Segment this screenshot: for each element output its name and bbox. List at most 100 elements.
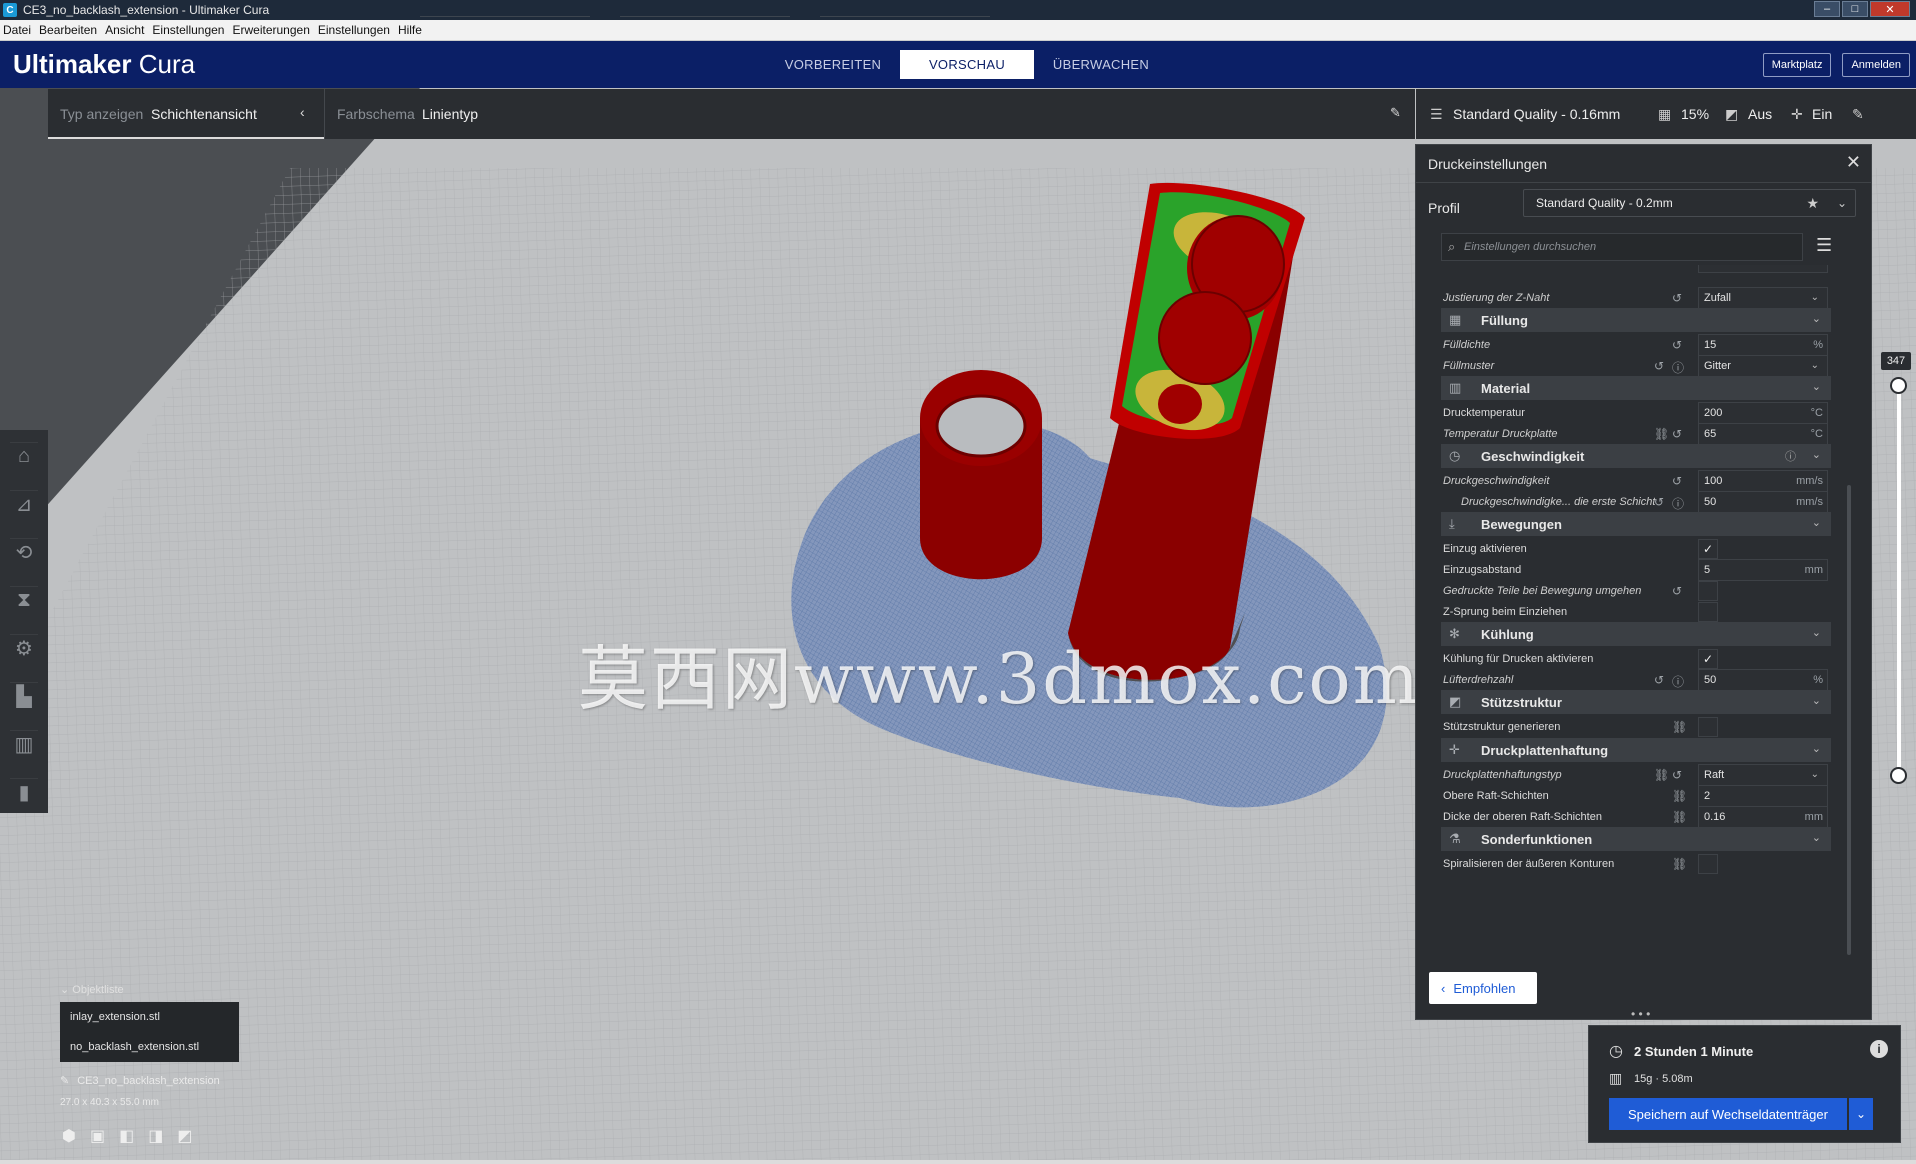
- save-to-removable-drive-button[interactable]: Speichern auf Wechseldatenträger: [1609, 1098, 1847, 1130]
- close-icon[interactable]: ✕: [1846, 152, 1861, 173]
- layer-slider-track[interactable]: [1897, 385, 1901, 775]
- pencil-icon[interactable]: ✎: [1390, 105, 1401, 121]
- search-icon: ⌕: [1448, 239, 1456, 254]
- link-icon[interactable]: ⛓: [1672, 789, 1687, 803]
- settings-scrollbar[interactable]: [1847, 485, 1851, 955]
- top-view-icon[interactable]: ◧: [119, 1126, 134, 1146]
- info-icon[interactable]: i: [1870, 1040, 1888, 1058]
- reset-icon[interactable]: ↺: [1672, 584, 1682, 598]
- category-geschwindigkeit[interactable]: ◷ Geschwindigkeit ⓘ ⌄: [1441, 444, 1831, 468]
- object-item[interactable]: inlay_extension.stl: [70, 1011, 160, 1023]
- resize-handle[interactable]: • • •: [1631, 1007, 1650, 1021]
- erste-schicht-speed-input[interactable]: 50 mm/s: [1698, 491, 1828, 513]
- object-list-toggle[interactable]: ⌄ Objektliste: [60, 983, 124, 996]
- menu-erweiterungen[interactable]: Erweiterungen: [232, 23, 309, 37]
- object-item[interactable]: no_backlash_extension.stl: [70, 1041, 199, 1053]
- settings-search-input[interactable]: ⌕ Einstellungen durchsuchen: [1441, 233, 1803, 261]
- menu-datei[interactable]: Datei: [3, 23, 31, 37]
- reset-icon[interactable]: ↺: [1654, 673, 1664, 687]
- menu-einstellungen-2[interactable]: Einstellungen: [318, 23, 390, 37]
- per-model-settings-icon[interactable]: ⚙: [10, 634, 38, 662]
- camera-icon[interactable]: ▮: [10, 778, 38, 806]
- tab-ueberwachen[interactable]: ÜBERWACHEN: [1034, 50, 1168, 79]
- collapse-chevron-icon[interactable]: ‹: [300, 104, 305, 120]
- 3d-view-icon[interactable]: ⬢: [62, 1126, 76, 1146]
- move-tool-icon[interactable]: ⌂: [10, 442, 38, 470]
- umgehen-checkbox[interactable]: [1698, 581, 1718, 601]
- reset-icon[interactable]: ↺: [1654, 359, 1664, 373]
- reset-icon[interactable]: ↺: [1672, 768, 1682, 782]
- category-kuehlung[interactable]: ✻ Kühlung ⌄: [1441, 622, 1831, 646]
- kuehlung-checkbox[interactable]: ✓: [1698, 649, 1718, 669]
- save-options-chevron-icon[interactable]: ⌄: [1849, 1098, 1873, 1130]
- settings-list[interactable]: Justierung der Z-Naht ↺ Zufall ⌄ ▦ Füllun…: [1441, 265, 1854, 945]
- spiralisieren-checkbox[interactable]: [1698, 854, 1718, 874]
- menu-bearbeiten[interactable]: Bearbeiten: [39, 23, 97, 37]
- scale-tool-icon[interactable]: ⊿: [10, 490, 38, 518]
- mirror-tool-icon[interactable]: ⧗: [10, 586, 38, 614]
- settings-menu-icon[interactable]: ☰: [1816, 235, 1832, 256]
- infill-icon: ▦: [1658, 106, 1672, 122]
- fuellmuster-select[interactable]: Gitter ⌄: [1698, 355, 1828, 377]
- category-fuellung[interactable]: ▦ Füllung ⌄: [1441, 308, 1831, 332]
- view-type-value[interactable]: Schichtenansicht: [151, 106, 257, 122]
- recommended-button[interactable]: ‹ Empfohlen: [1429, 972, 1537, 1004]
- layer-slider-bottom-handle[interactable]: [1890, 767, 1907, 784]
- link-icon[interactable]: ⛓: [1672, 810, 1687, 824]
- marketplace-button[interactable]: Marktplatz: [1762, 53, 1832, 77]
- menu-einstellungen[interactable]: Einstellungen: [152, 23, 224, 37]
- raft-dicke-input[interactable]: 0.16 mm: [1698, 806, 1828, 828]
- setting-stuetzstruktur-generieren[interactable]: Stützstruktur generieren ⛓: [1441, 714, 1854, 740]
- tab-vorschau[interactable]: VORSCHAU: [900, 50, 1034, 79]
- z-sprung-checkbox[interactable]: [1698, 602, 1718, 622]
- pencil-icon[interactable]: ✎: [60, 1075, 69, 1087]
- close-window-button[interactable]: ✕: [1870, 1, 1910, 17]
- menu-bar: Datei Bearbeiten Ansicht Einstellungen E…: [0, 20, 1916, 41]
- job-name[interactable]: ✎ CE3_no_backlash_extension: [60, 1074, 220, 1087]
- edit-pencil-icon[interactable]: ✎: [1852, 106, 1864, 123]
- info-icon[interactable]: ⓘ: [1672, 673, 1684, 690]
- layer-number-badge[interactable]: 347: [1881, 352, 1911, 370]
- link-icon[interactable]: ⛓: [1654, 427, 1669, 441]
- tab-vorbereiten[interactable]: VORBEREITEN: [766, 50, 900, 79]
- setting-spiralisieren[interactable]: Spiralisieren der äußeren Konturen ⛓: [1441, 851, 1854, 877]
- link-icon[interactable]: ⛓: [1672, 857, 1687, 871]
- spool-icon: ▥: [1609, 1070, 1623, 1086]
- profile-select[interactable]: Standard Quality - 0.2mm ★ ⌄: [1523, 189, 1856, 217]
- category-material[interactable]: ▥ Material ⌄: [1441, 376, 1831, 400]
- info-icon[interactable]: ⓘ: [1672, 359, 1684, 376]
- front-view-icon[interactable]: ▣: [90, 1126, 105, 1146]
- info-icon[interactable]: ⓘ: [1672, 495, 1684, 512]
- reset-icon[interactable]: ↺: [1672, 291, 1682, 305]
- login-button[interactable]: Anmelden: [1842, 53, 1910, 77]
- reset-icon[interactable]: ↺: [1654, 495, 1664, 509]
- reset-icon[interactable]: ↺: [1672, 474, 1682, 488]
- color-scheme-value[interactable]: Linientyp: [422, 106, 478, 122]
- stuetzstruktur-checkbox[interactable]: [1698, 717, 1718, 737]
- einzug-checkbox[interactable]: ✓: [1698, 539, 1718, 559]
- category-sonderfunktionen[interactable]: ⚗ Sonderfunktionen ⌄: [1441, 827, 1831, 851]
- link-icon[interactable]: ⛓: [1654, 768, 1669, 782]
- rotate-tool-icon[interactable]: ⟲: [10, 538, 38, 566]
- z-naht-select[interactable]: Zufall ⌄: [1698, 287, 1828, 309]
- druckplatte-temp-input[interactable]: 65 °C: [1698, 423, 1828, 445]
- category-bewegungen[interactable]: ⤓ Bewegungen ⌄: [1441, 512, 1831, 536]
- maximize-button[interactable]: □: [1842, 1, 1868, 17]
- luefterdrehzahl-input[interactable]: 50%: [1698, 669, 1828, 691]
- reset-icon[interactable]: ↺: [1672, 427, 1682, 441]
- support-blocker-icon[interactable]: ▙: [10, 682, 38, 710]
- print-setup-bar[interactable]: ☰ Standard Quality - 0.16mm ▦ 15% ◩ Aus …: [1416, 89, 1916, 139]
- category-druckplattenhaftung[interactable]: ✛ Druckplattenhaftung ⌄: [1441, 738, 1831, 762]
- category-stuetzstruktur[interactable]: ◩ Stützstruktur ⌄: [1441, 690, 1831, 714]
- link-icon[interactable]: ⛓: [1672, 720, 1687, 734]
- minimize-button[interactable]: –: [1814, 1, 1840, 17]
- menu-ansicht[interactable]: Ansicht: [105, 23, 144, 37]
- layout-icon[interactable]: ▥: [10, 730, 38, 758]
- infill-value: 15%: [1681, 106, 1710, 122]
- layer-slider-top-handle[interactable]: [1890, 377, 1907, 394]
- left-view-icon[interactable]: ◨: [148, 1126, 163, 1146]
- reset-icon[interactable]: ↺: [1672, 338, 1682, 352]
- menu-hilfe[interactable]: Hilfe: [398, 23, 422, 37]
- star-icon[interactable]: ★: [1806, 190, 1819, 216]
- right-view-icon[interactable]: ◩: [177, 1126, 192, 1146]
